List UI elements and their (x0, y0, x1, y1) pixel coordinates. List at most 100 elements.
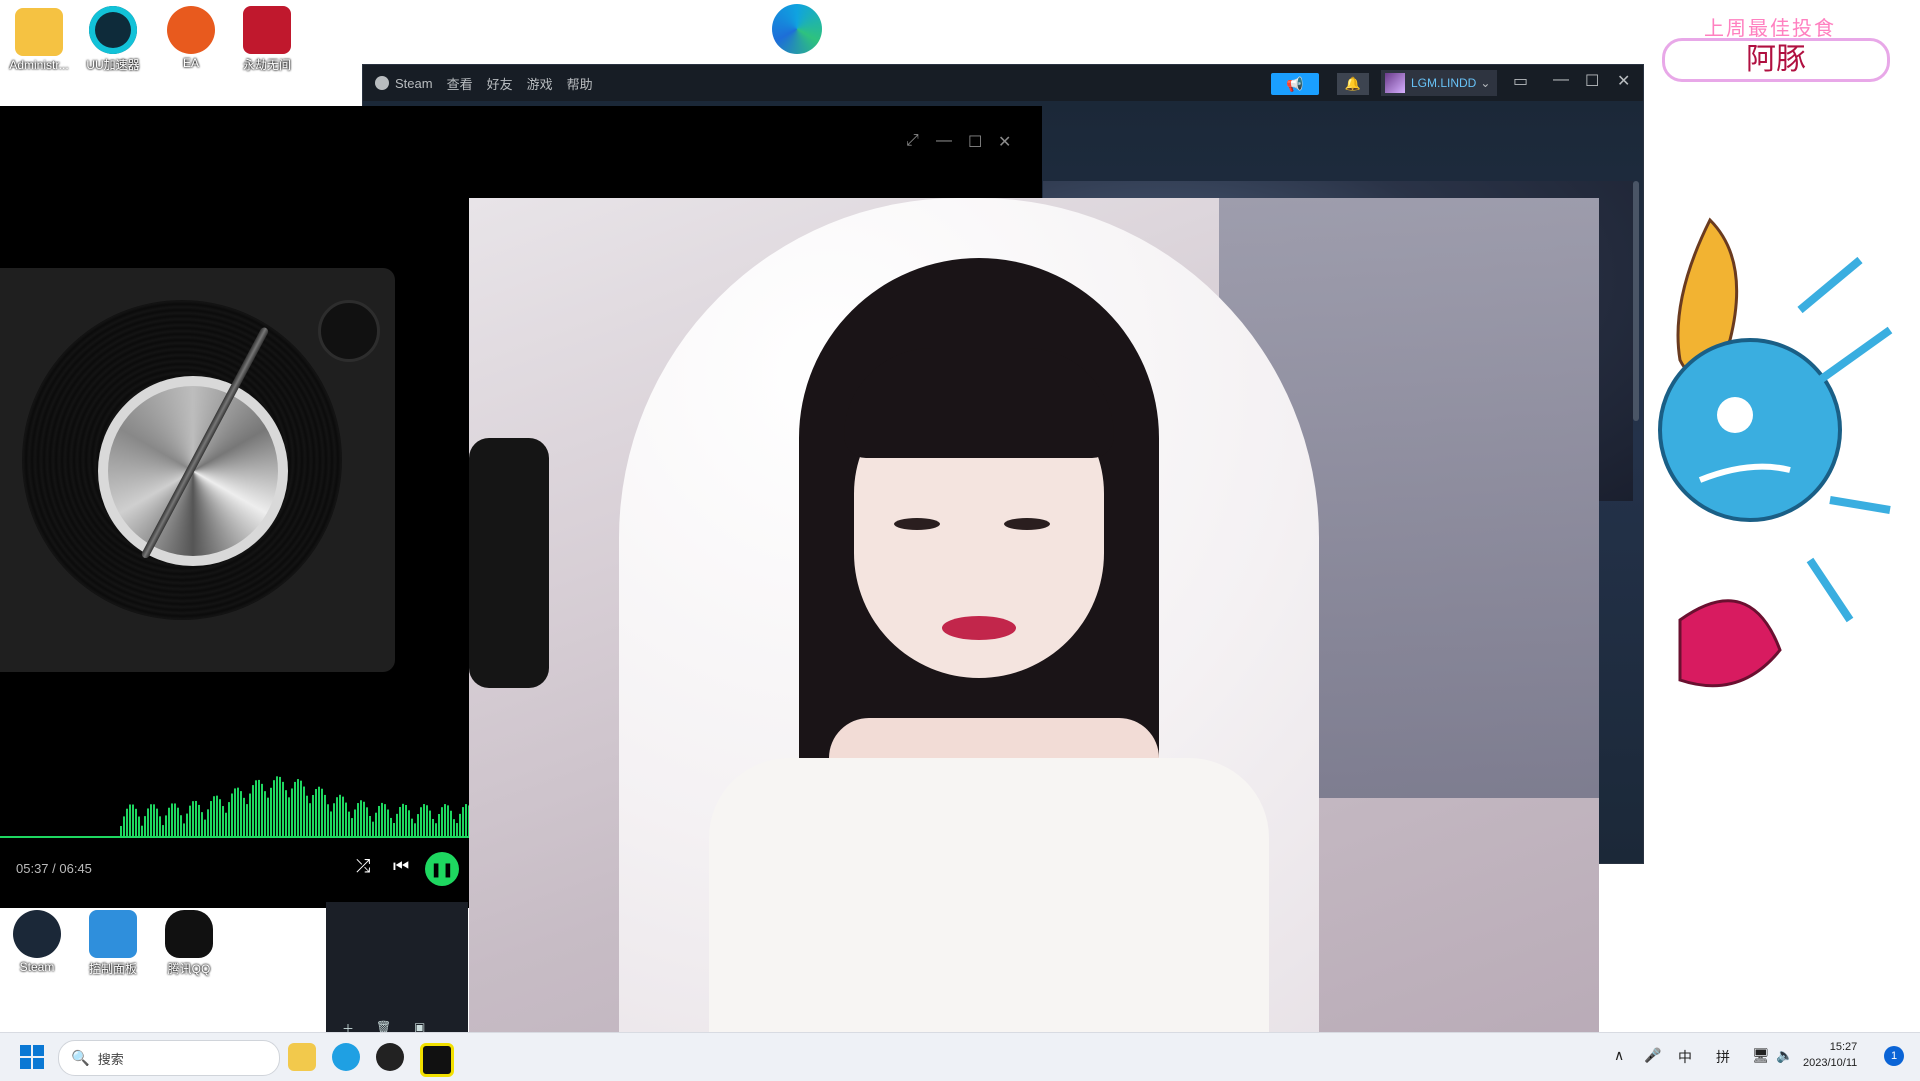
tray-expand-icon[interactable]: ∧ (1614, 1047, 1624, 1064)
edge-desktop-icon[interactable] (772, 4, 822, 54)
steam-menu-friends[interactable]: 好友 (487, 74, 513, 93)
visualizer-bar (387, 809, 389, 836)
taskbar: 🔍 搜索 ∧ 🎤 中 拼 🖥 🔈 15:27 2023/10/11 1 (0, 1032, 1920, 1081)
desktop-icon-steam[interactable]: Steam (2, 910, 72, 974)
steam-menu-games[interactable]: 游戏 (527, 74, 553, 93)
ime-language[interactable]: 中 (1678, 1047, 1692, 1067)
visualizer-bar (348, 811, 350, 836)
visualizer-bar (135, 808, 137, 836)
visualizer-bar (264, 791, 266, 836)
visualizer-bar (342, 796, 344, 836)
visualizer-bar (204, 819, 206, 836)
network-icon[interactable]: 🖥 (1752, 1047, 1770, 1064)
visualizer-bar (279, 776, 281, 836)
visualizer-bar (270, 787, 272, 836)
visualizer-bar (438, 813, 440, 836)
notification-button[interactable]: 🔔 (1337, 73, 1369, 95)
visualizer-bar (465, 804, 467, 836)
taskbar-search[interactable]: 🔍 搜索 (58, 1040, 280, 1076)
visualizer-bar (450, 810, 452, 836)
volume-icon[interactable]: 🔈 (1776, 1047, 1793, 1064)
pause-button[interactable]: ❚❚ (425, 852, 459, 886)
account-menu-button[interactable]: LGM.LINDD ⌄ (1381, 70, 1497, 96)
desktop-icon-naraka[interactable]: 永劫无间 (232, 6, 302, 73)
steam-menu-view[interactable]: 查看 (447, 74, 473, 93)
netease-music-icon[interactable] (376, 1043, 404, 1071)
shuffle-icon[interactable]: ⤮ (356, 856, 370, 877)
visualizer-bar (225, 812, 227, 836)
scrollbar[interactable] (1633, 181, 1639, 421)
previous-icon[interactable]: ⏮ (393, 856, 409, 877)
fullscreen-icon[interactable]: ⤢ (906, 132, 919, 150)
visualizer-bar (396, 813, 398, 836)
visualizer-bar (339, 794, 341, 836)
announcement-button[interactable]: 📢 (1271, 73, 1319, 95)
minimize-icon[interactable]: — (1553, 71, 1569, 89)
character-art (1658, 217, 1893, 688)
visualizer-bar (324, 794, 326, 836)
microphone-icon[interactable]: 🎤 (1644, 1047, 1661, 1064)
visualizer-bar (138, 816, 140, 836)
desktop-icon-qq[interactable]: 腾讯QQ (154, 910, 224, 977)
visualizer-bar (462, 807, 464, 836)
visualizer-bar (393, 823, 395, 836)
visualizer-bar (444, 804, 446, 836)
visualizer-bar (126, 808, 128, 836)
visualizer-bar (423, 804, 425, 836)
clock[interactable]: 15:27 2023/10/11 (1803, 1039, 1857, 1071)
visualizer-bar (447, 805, 449, 836)
visualizer-bar (258, 779, 260, 836)
visualizer-bar (186, 813, 188, 836)
playback-time: 05:37 / 06:45 (16, 861, 92, 876)
ime-mode[interactable]: 拼 (1716, 1047, 1730, 1067)
video-eye-left (894, 518, 940, 530)
progress-bar[interactable] (0, 836, 470, 838)
visualizer-bar (408, 810, 410, 836)
visualizer-bar (198, 804, 200, 836)
qq-penguin-icon (165, 910, 213, 958)
minimize-icon[interactable]: — (936, 132, 952, 150)
visualizer-bar (426, 805, 428, 836)
visualizer-bar (291, 788, 293, 836)
close-icon[interactable]: ✕ (1617, 71, 1630, 91)
big-picture-icon[interactable]: ▭ (1513, 71, 1528, 91)
clock-date: 2023/10/11 (1803, 1057, 1858, 1069)
visualizer-bar (417, 814, 419, 836)
visualizer-bar (366, 807, 368, 836)
visualizer-bar (375, 812, 377, 836)
visualizer-bar (435, 823, 437, 836)
desktop-icon-uu[interactable]: UU加速器 (78, 6, 148, 73)
notification-badge[interactable]: 1 (1884, 1046, 1904, 1066)
video-eye-right (1004, 518, 1050, 530)
visualizer-bar (156, 808, 158, 836)
desktop-icon-ea[interactable]: EA (156, 6, 226, 70)
megaphone-icon: 📢 (1286, 76, 1304, 92)
visualizer-bar (150, 804, 152, 836)
visualizer-bar (189, 805, 191, 836)
naraka-icon (243, 6, 291, 54)
live-stream-video[interactable] (469, 198, 1599, 1080)
maximize-icon[interactable]: ☐ (968, 132, 982, 152)
visualizer-bar (315, 789, 317, 836)
close-icon[interactable]: ✕ (998, 132, 1011, 152)
steam-menu-help[interactable]: 帮助 (567, 74, 593, 93)
visualizer-bar (213, 796, 215, 836)
turntable (0, 268, 395, 672)
visualizer-bar (261, 783, 263, 836)
badge-name: 阿豚 (1662, 38, 1890, 82)
file-explorer-icon[interactable] (288, 1043, 316, 1071)
steam-menu-steam[interactable]: Steam (395, 76, 433, 91)
uu-accelerator-icon (89, 6, 137, 54)
maximize-icon[interactable]: ☐ (1585, 71, 1599, 91)
secondary-app-panel: ＋ 🗑 ▣ (326, 902, 468, 1036)
visualizer-bar (453, 819, 455, 836)
visualizer-bar (129, 804, 131, 836)
desktop-icon-administrator[interactable]: Administr... (4, 8, 74, 72)
clock-time: 15:27 (1829, 1041, 1858, 1053)
desktop-icon-control-panel[interactable]: 控制面板 (78, 910, 148, 977)
edge-icon[interactable] (332, 1043, 360, 1071)
visualizer-bar (240, 791, 242, 836)
windows-start-icon[interactable] (20, 1045, 44, 1069)
app-icon[interactable] (420, 1043, 454, 1077)
visualizer-bar (276, 776, 278, 836)
